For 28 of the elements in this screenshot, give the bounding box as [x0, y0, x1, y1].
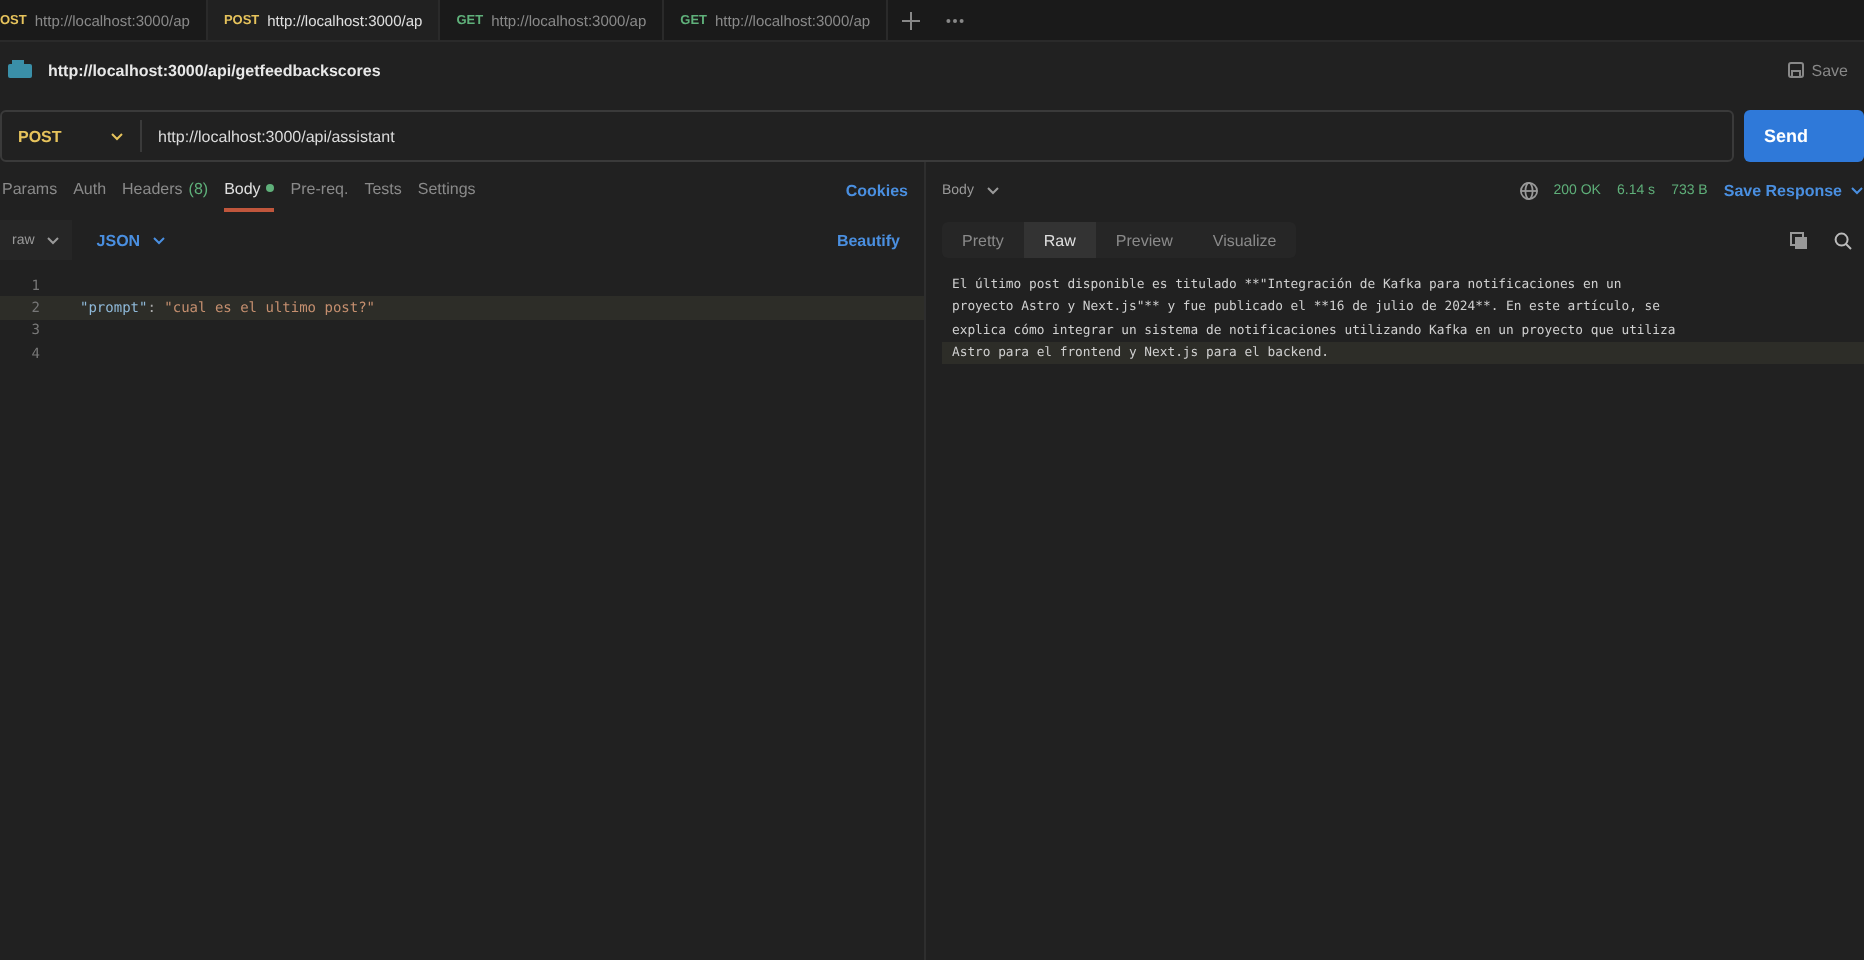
method-dropdown[interactable]: POST [2, 120, 142, 152]
view-tab[interactable]: Visualize [1192, 222, 1297, 258]
request-option-tab[interactable]: Pre-req. [290, 168, 349, 212]
globe-icon [1519, 181, 1538, 199]
send-button[interactable]: Send [1744, 110, 1864, 162]
beautify-link[interactable]: Beautify [836, 231, 900, 249]
chevron-down-icon [46, 235, 61, 245]
request-option-tab[interactable]: Settings [417, 168, 476, 212]
chevron-down-icon [152, 235, 167, 245]
request-option-tab[interactable]: Tests [364, 168, 402, 212]
save-response-button[interactable]: Save Response [1723, 181, 1864, 199]
save-button[interactable]: Save [1779, 61, 1856, 79]
request-option-tab[interactable]: Body [224, 168, 275, 212]
view-tab[interactable]: Pretty [942, 222, 1024, 258]
view-tab[interactable]: Raw [1023, 222, 1096, 258]
chevron-down-icon [985, 185, 1000, 195]
chevron-down-icon [1850, 185, 1864, 195]
url-bar[interactable]: POST http://localhost:3000/api/assistant [0, 110, 1734, 162]
chevron-down-icon [110, 131, 124, 141]
save-icon [1787, 62, 1804, 78]
view-tab[interactable]: Preview [1095, 222, 1193, 258]
format-dropdown[interactable]: JSON [84, 220, 179, 260]
request-title: http://localhost:3000/api/getfeedbackscores [48, 61, 383, 79]
cookies-link[interactable]: Cookies [845, 181, 908, 199]
request-option-tab[interactable]: Auth [73, 168, 107, 212]
request-option-tab[interactable]: Headers (8) [122, 168, 209, 212]
request-option-tab[interactable]: Params [2, 168, 58, 212]
http-request-icon [8, 60, 32, 80]
